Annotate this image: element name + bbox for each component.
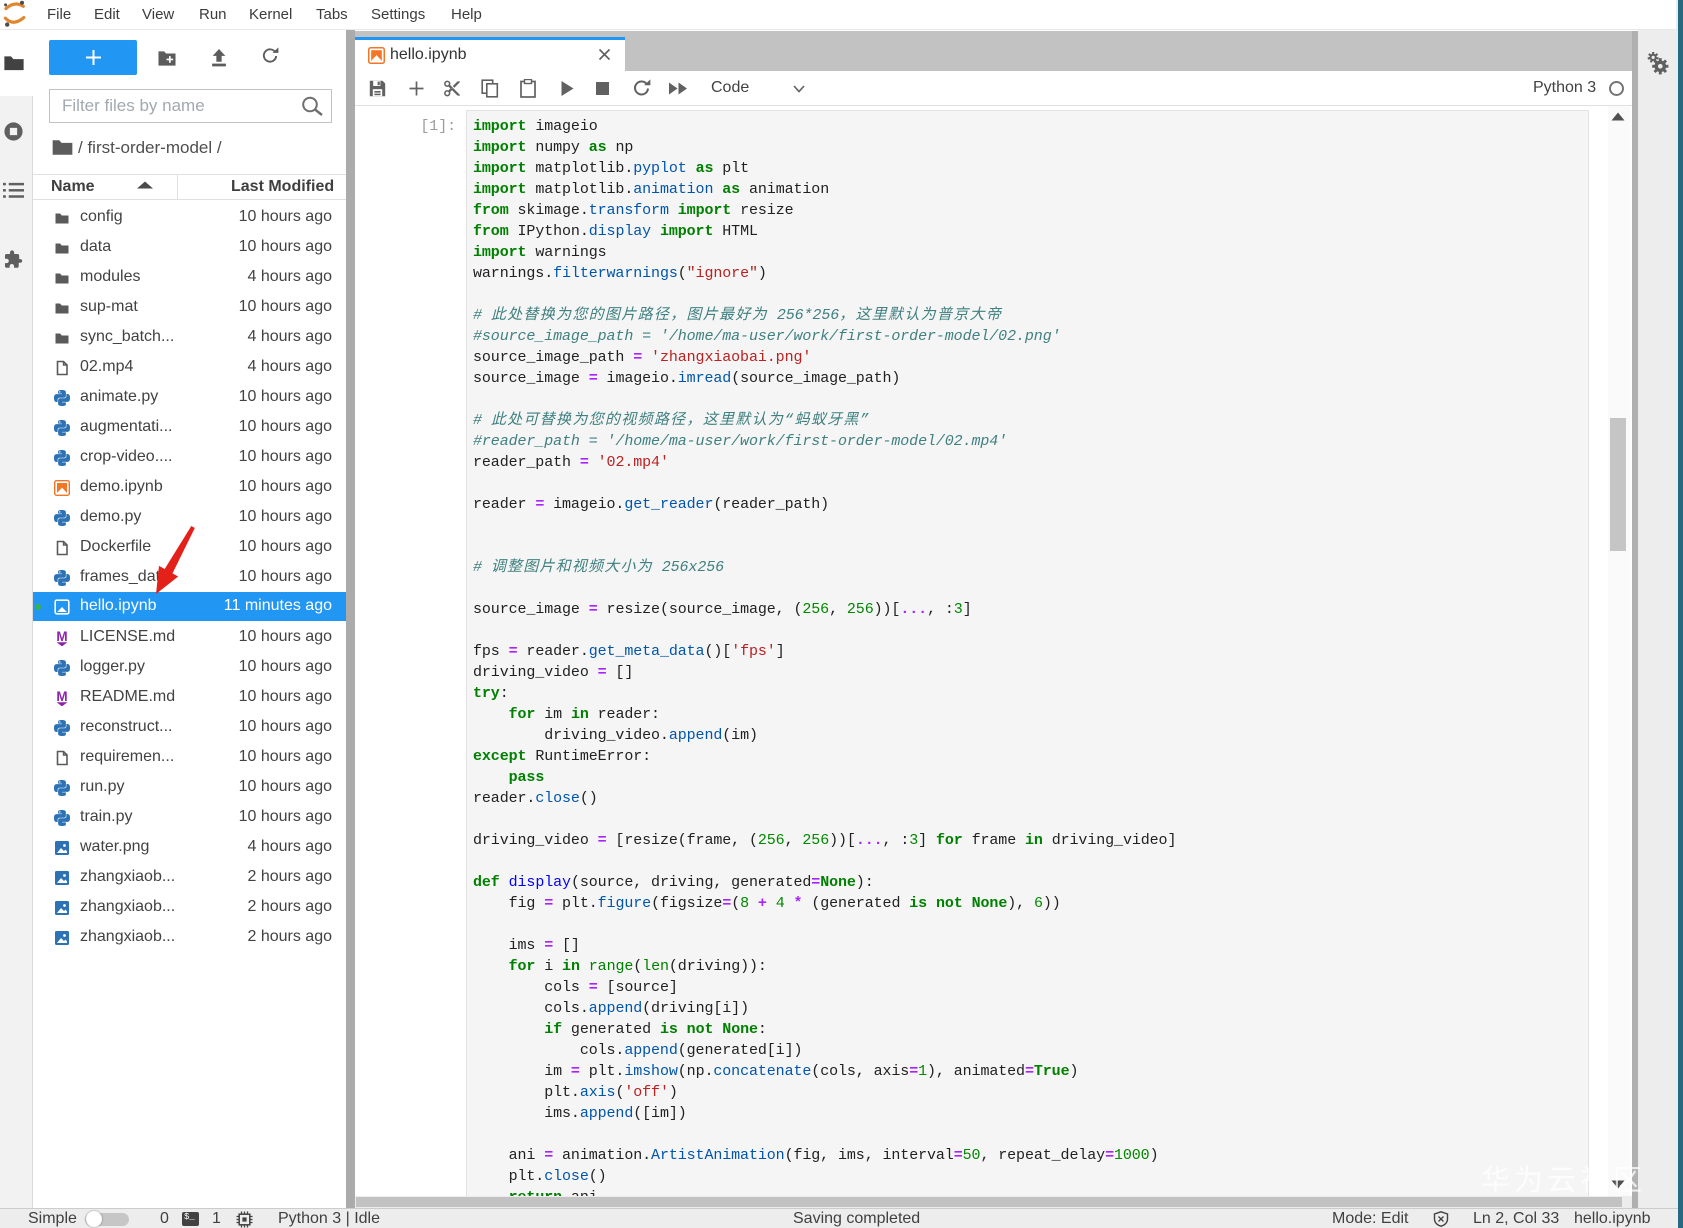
svg-text:M: M [56,630,67,644]
svg-text:M: M [56,690,67,704]
